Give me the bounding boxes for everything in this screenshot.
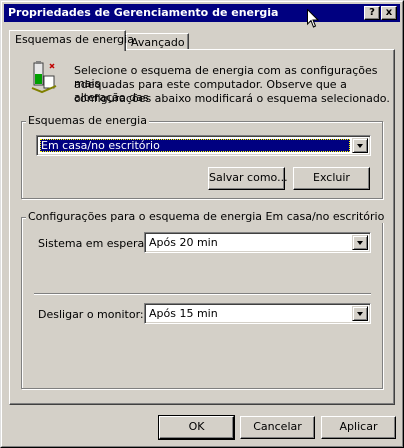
chevron-down-icon[interactable] bbox=[352, 235, 368, 250]
tab-panel: Selecione o esquema de energia com as co… bbox=[9, 49, 395, 405]
mouse-cursor-icon bbox=[307, 9, 319, 28]
monitor-off-label: Desligar o monitor: bbox=[38, 308, 144, 321]
delete-label: Excluir bbox=[313, 171, 350, 184]
chevron-down-icon[interactable] bbox=[352, 138, 368, 153]
tab-advanced[interactable]: Avançado bbox=[126, 33, 189, 50]
cancel-button[interactable]: Cancelar bbox=[240, 416, 315, 439]
ok-button[interactable]: OK bbox=[158, 415, 235, 440]
apply-label: Aplicar bbox=[339, 420, 378, 433]
standby-dropdown[interactable]: Após 20 min bbox=[144, 232, 371, 253]
close-icon: x bbox=[385, 7, 393, 18]
settings-divider bbox=[34, 293, 371, 295]
chevron-down-icon[interactable] bbox=[352, 306, 368, 321]
tab-power-schemes[interactable]: Esquemas de energia bbox=[9, 30, 134, 51]
help-button[interactable]: ? bbox=[364, 6, 380, 20]
power-icon bbox=[31, 61, 57, 94]
ok-label: OK bbox=[188, 420, 205, 433]
apply-button[interactable]: Aplicar bbox=[321, 416, 396, 439]
help-icon: ? bbox=[369, 7, 375, 18]
tab-power-schemes-label: Esquemas de energia bbox=[15, 33, 134, 46]
standby-value: Após 20 min bbox=[149, 236, 218, 249]
power-scheme-dropdown[interactable]: Em casa/no escritório bbox=[36, 135, 371, 156]
delete-button[interactable]: Excluir bbox=[293, 167, 370, 190]
standby-label: Sistema em espera: bbox=[38, 237, 148, 250]
power-schemes-legend: Esquemas de energia bbox=[26, 114, 149, 127]
tab-advanced-label: Avançado bbox=[131, 36, 185, 49]
intro-line-3: configurações abaixo modificará o esquem… bbox=[74, 92, 390, 105]
save-as-button[interactable]: Salvar como... bbox=[208, 167, 288, 190]
power-scheme-selected-value: Em casa/no escritório bbox=[40, 139, 350, 152]
close-button[interactable]: x bbox=[381, 6, 397, 20]
title-bar[interactable]: Propriedades de Gerenciamento de energia… bbox=[4, 4, 400, 22]
monitor-off-dropdown[interactable]: Após 15 min bbox=[144, 303, 371, 324]
save-as-label: Salvar como... bbox=[209, 171, 288, 184]
power-options-window: Propriedades de Gerenciamento de energia… bbox=[0, 0, 404, 448]
cancel-label: Cancelar bbox=[253, 420, 302, 433]
scheme-settings-legend: Configurações para o esquema de energia … bbox=[26, 210, 387, 223]
window-title: Propriedades de Gerenciamento de energia bbox=[8, 6, 279, 19]
monitor-off-value: Após 15 min bbox=[149, 307, 218, 320]
